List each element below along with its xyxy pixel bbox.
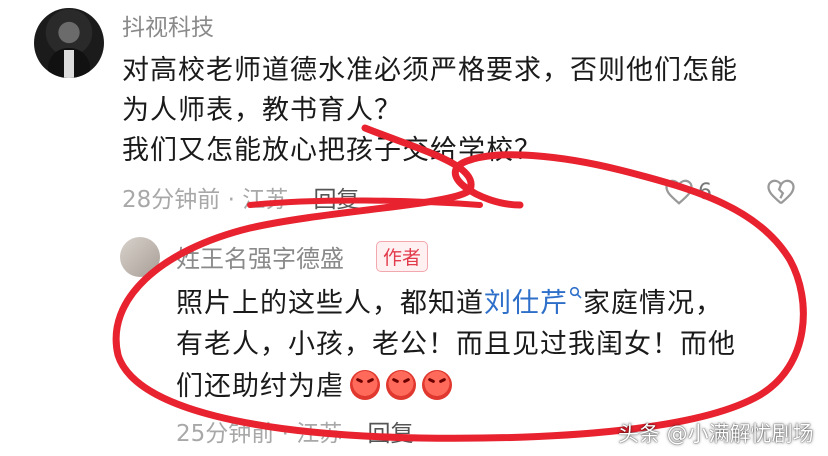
reply-text-line: 有老人，小孩，老公！而且见过我闺女！而他 [176, 329, 736, 360]
commenter-username[interactable]: 抖视科技 [122, 8, 214, 42]
avatar-shirt [64, 50, 74, 78]
reply-button[interactable]: 回复 [368, 421, 414, 447]
comment-time: 28分钟前 [122, 187, 221, 213]
reply-text-end: 们还助纣为虐 [176, 371, 344, 402]
author-avatar[interactable] [120, 237, 160, 277]
reply-location: 江苏 [296, 421, 343, 447]
author-username[interactable]: 姓王名强字德盛 [176, 239, 344, 274]
reply-text-suffix: 家庭情况， [583, 288, 723, 319]
reply-button[interactable]: 回复 [314, 187, 360, 213]
comment-text-line: 我们又怎能放心把孩子交给学校？ [122, 135, 542, 166]
author-badge: 作者 [376, 241, 429, 272]
angry-emoji-icon [386, 370, 416, 400]
like-heart-icon[interactable] [664, 178, 694, 206]
angry-emoji-icon [350, 370, 380, 400]
angry-emoji-icon [422, 370, 452, 400]
like-count: 6 [698, 180, 712, 205]
reply-meta: 25分钟前 · 江苏 回复 [176, 414, 414, 448]
reply-text-prefix: 照片上的这些人，都知道 [176, 288, 484, 319]
dislike-broken-heart-icon[interactable] [766, 178, 796, 206]
search-icon [569, 286, 582, 299]
comment-location: 江苏 [242, 187, 289, 213]
comment-text-line: 为人师表，教书育人？ [122, 95, 402, 126]
reply-text-line: 们还助纣为虐 [176, 364, 452, 403]
commenter-avatar[interactable] [34, 8, 104, 78]
mention-name: 刘仕芹 [484, 288, 568, 319]
reply-time: 25分钟前 [176, 421, 275, 447]
mention-link[interactable]: 刘仕芹 [484, 286, 583, 319]
watermark: 头条 @小满解忧剧场 [618, 422, 814, 446]
comment-text-line: 对高校老师道德水准必须严格要求，否则他们怎能 [122, 55, 738, 86]
meta-separator: · [220, 187, 243, 213]
reply-text-line: 照片上的这些人，都知道刘仕芹 家庭情况， [176, 281, 723, 320]
comment-meta: 28分钟前 · 江苏 回复 [122, 180, 360, 214]
meta-separator: · [274, 421, 297, 447]
